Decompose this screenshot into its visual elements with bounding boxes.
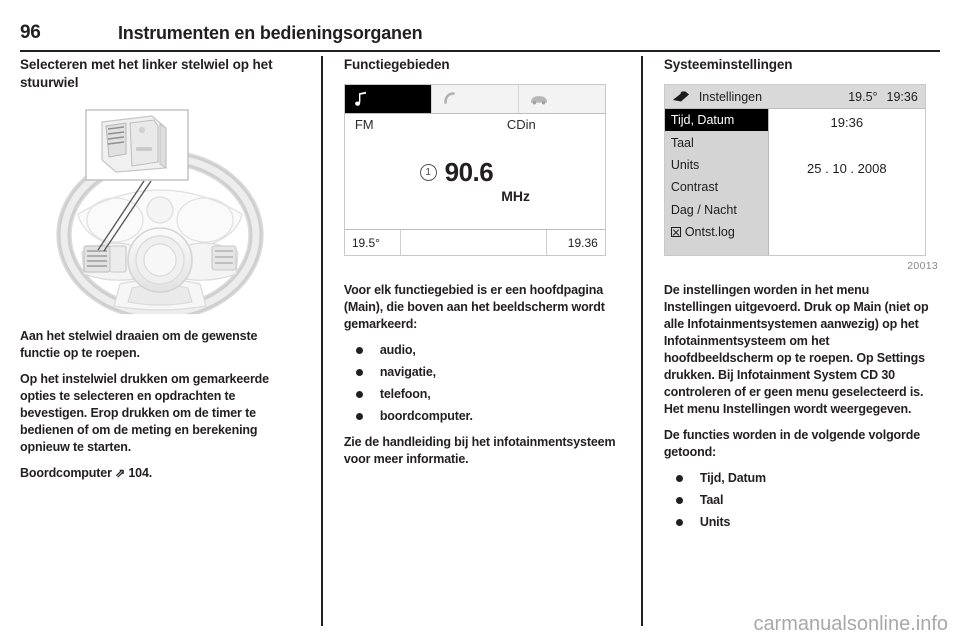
settings-menu-item-label: Contrast [670, 180, 719, 195]
list-item-label: Taal [699, 493, 724, 507]
radio-source-label: CDin [506, 117, 536, 132]
bullet-dot-icon [675, 475, 683, 482]
list-item: Tijd, Datum [664, 470, 940, 487]
radio-frequency-area: 1 90.6 MHz [345, 138, 605, 229]
list-item: telefoon, [344, 386, 620, 403]
frequency-value: 90.6 [444, 157, 494, 187]
status-clock: 19.36 [567, 235, 598, 250]
settings-title: Instellingen [698, 89, 763, 104]
reference-page: 104. [128, 466, 153, 480]
settings-menu-item-contrast[interactable]: Contrast [665, 176, 768, 198]
reference-arrow-icon: ⇗ [115, 466, 126, 480]
tab-audio[interactable] [344, 85, 432, 113]
bullet-dot-icon [355, 347, 363, 354]
list-item-label: Units [699, 515, 731, 529]
list-item-label: audio, [379, 343, 416, 357]
function-areas-list: audio, navigatie, telefoon, boordcompute… [344, 342, 620, 425]
right-paragraph-1: De instellingen worden in het menu Inste… [663, 283, 929, 416]
settings-screen-figure: Instellingen 19.5° 19:36 Tijd, Datum Taa… [663, 84, 940, 272]
preset-number-badge: 1 [419, 164, 437, 181]
settings-clock: 19:36 [886, 89, 918, 104]
phone-handset-icon [444, 92, 455, 104]
settings-menu-item-label: Ontst.log [684, 225, 735, 240]
column-gap-1 [300, 56, 321, 626]
left-column-heading: Selecteren met het linker stelwiel op he… [20, 57, 273, 90]
page-title: Instrumenten en bedieningsorganen [118, 23, 423, 43]
settings-menu-item-units[interactable]: Units [665, 154, 768, 176]
header-divider-rule [20, 50, 940, 52]
frequency-unit: MHz [501, 188, 530, 204]
settings-menu-item-label: Taal [670, 135, 694, 150]
radio-screen-figure: FM CDin 1 90.6 MHz 19.5° 19.36 [343, 84, 620, 256]
settings-header-right: 19.5° 19:36 [848, 90, 918, 104]
list-item-label: navigatie, [379, 365, 436, 379]
car-icon [530, 95, 547, 104]
steering-wheel-figure [20, 102, 300, 321]
settings-value-date: 25 . 10 . 2008 [807, 161, 887, 176]
list-item: boordcomputer. [344, 408, 620, 425]
music-note-icon [354, 91, 366, 106]
left-cross-reference: Boordcomputer ⇗ 104. [20, 465, 300, 482]
settings-menu-item-label: Tijd, Datum [670, 113, 735, 128]
crossed-box-icon [670, 227, 681, 238]
list-item-label: boordcomputer. [379, 409, 473, 423]
reference-label: Boordcomputer [20, 466, 112, 480]
steering-wheel-illustration [56, 109, 264, 321]
left-paragraph-1: Aan het stelwiel draaien om de gewenste … [20, 329, 258, 360]
radio-function-tabs [344, 85, 605, 114]
page-number: 96 [20, 22, 41, 43]
bullet-dot-icon [675, 519, 683, 526]
tab-telephone[interactable] [431, 85, 519, 113]
list-item-label: telefoon, [379, 387, 431, 401]
middle-column-heading: Functiegebieden [343, 57, 450, 72]
settings-value-time: 19:36 [830, 115, 864, 130]
settings-functions-list: Tijd, Datum Taal Units [664, 470, 940, 531]
right-column: Systeeminstellingen Instellingen 19.5° 1… [663, 56, 940, 626]
site-watermark: carmanualsonline.info [753, 613, 948, 635]
settings-temperature: 19.5° [848, 89, 878, 104]
settings-values-pane: 19:36 25 . 10 . 2008 [768, 109, 925, 255]
column-gap-4 [643, 56, 664, 626]
settings-menu-item-label: Units [670, 157, 700, 172]
left-column: Selecteren met het linker stelwiel op he… [20, 56, 300, 626]
left-thumbwheel-on-wheel [83, 245, 111, 273]
radio-source-labels: FM CDin [345, 114, 605, 138]
right-paragraph-2: De functies worden in de volgende volgor… [663, 428, 921, 459]
settings-wrench-icon [672, 91, 689, 102]
radio-status-bar: 19.5° 19.36 [344, 229, 605, 255]
list-item: audio, [344, 342, 620, 359]
radio-band-label: FM [354, 117, 374, 132]
right-column-heading: Systeeminstellingen [663, 57, 793, 72]
settings-body: Tijd, Datum Taal Units Contrast Dag / Na… [664, 109, 925, 255]
list-item-label: Tijd, Datum [699, 471, 766, 485]
settings-menu-item-tijd-datum[interactable]: Tijd, Datum [664, 109, 768, 132]
bullet-dot-icon [355, 391, 363, 398]
settings-menu-item-label: Dag / Nacht [670, 202, 737, 217]
list-item: navigatie, [344, 364, 620, 381]
settings-menu-item-dag-nacht[interactable]: Dag / Nacht [665, 199, 768, 221]
figure-id-label: 20013 [907, 260, 938, 272]
bullet-dot-icon [355, 413, 363, 420]
list-item: Units [664, 514, 940, 531]
middle-closing-paragraph: Zie de handleiding bij het infotainments… [343, 435, 616, 466]
tab-onboard-computer[interactable] [518, 85, 605, 113]
three-column-layout: Selecteren met het linker stelwiel op he… [20, 56, 940, 626]
settings-menu-item-taal[interactable]: Taal [665, 131, 768, 153]
middle-paragraph-1: Voor elk functiegebied is er een hoofdpa… [343, 283, 605, 331]
settings-menu-item-ontst-log[interactable]: Ontst.log [665, 221, 768, 243]
bullet-dot-icon [675, 497, 683, 504]
status-middle-blank [401, 230, 547, 255]
settings-menu-list: Tijd, Datum Taal Units Contrast Dag / Na… [664, 109, 769, 255]
radio-display-screenshot: FM CDin 1 90.6 MHz 19.5° 19.36 [343, 84, 606, 256]
left-paragraph-2: Op het instelwiel drukken om gemarkeerde… [20, 372, 269, 454]
column-gap-3 [620, 56, 641, 626]
middle-column: Functiegebieden FM CDin 1 90.6 MHz 19.5°… [343, 56, 620, 626]
status-temperature: 19.5° [345, 230, 401, 255]
list-item: Taal [664, 492, 940, 509]
settings-header-bar: Instellingen 19.5° 19:36 [664, 85, 925, 109]
column-gap-2 [323, 56, 344, 626]
page-header: 96 Instrumenten en bedieningsorganen [20, 22, 940, 52]
settings-display-screenshot: Instellingen 19.5° 19:36 Tijd, Datum Taa… [663, 84, 926, 256]
bullet-dot-icon [355, 369, 363, 376]
